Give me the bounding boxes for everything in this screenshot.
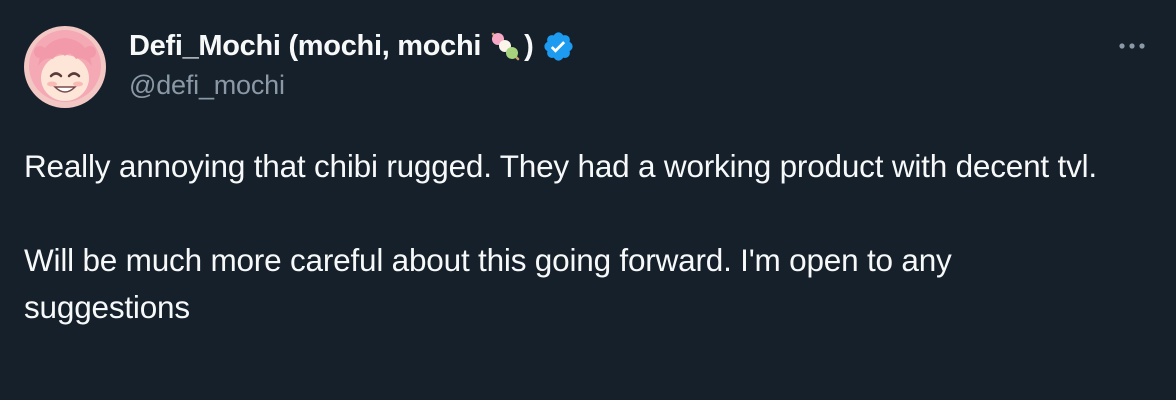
tweet-paragraph: Will be much more careful about this goi… [24, 242, 952, 325]
author-name-suffix: ) [524, 29, 534, 62]
avatar[interactable] [24, 26, 106, 108]
tweet-card: Defi_Mochi (mochi, mochi ) @defi_mochi R… [0, 0, 1176, 400]
anime-girl-avatar-icon [24, 26, 106, 108]
author-handle[interactable]: @defi_mochi [129, 70, 575, 101]
tweet-header: Defi_Mochi (mochi, mochi ) @defi_mochi [129, 28, 575, 101]
dango-icon [488, 29, 522, 63]
author-display-name[interactable]: Defi_Mochi (mochi, mochi [129, 30, 481, 63]
more-options-button[interactable] [1112, 30, 1152, 62]
more-horizontal-icon [1119, 43, 1145, 49]
tweet-paragraph: Really annoying that chibi rugged. They … [24, 148, 1097, 184]
author-name-row[interactable]: Defi_Mochi (mochi, mochi ) [129, 28, 575, 64]
verified-badge-icon[interactable] [542, 30, 575, 63]
tweet-text: Really annoying that chibi rugged. They … [24, 143, 1114, 331]
